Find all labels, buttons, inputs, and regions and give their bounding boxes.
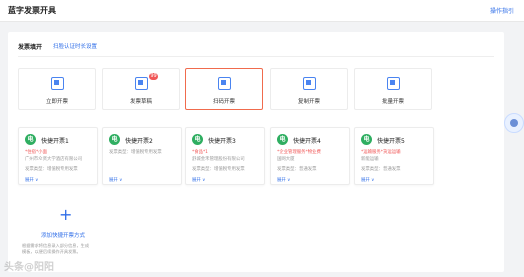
quick-card-buyer: 新能运输 (361, 157, 379, 162)
assistant-avatar-icon[interactable] (504, 113, 524, 133)
top-bar: 蓝字发票开具 操作指引 (0, 0, 524, 22)
quick-card-type: 发票类型：普通发票 (361, 167, 401, 172)
add-plus-icon[interactable]: + (59, 207, 72, 223)
guide-link[interactable]: 操作指引 (490, 6, 514, 15)
e-invoice-icon: 电 (25, 134, 36, 145)
qrcode-icon (217, 77, 231, 90)
tile-copy[interactable]: 复制开票 (270, 68, 348, 110)
quick-card-1[interactable]: 电 快捷开票1 *住宿*小面 广州市众贤大学酒店有限公司 发票类型：增值税专用发… (18, 127, 98, 185)
expand-link[interactable]: 展开 ∨ (109, 177, 122, 183)
quick-card-type: 发票类型：普通发票 (277, 167, 317, 172)
quick-card-item: *运输服务*货运运输 (361, 150, 401, 155)
tile-draft[interactable]: 99 发票草稿 (102, 68, 180, 110)
tile-label: 立即开票 (45, 99, 68, 105)
quick-card-item: *食品*1 (192, 150, 208, 155)
draft-count-badge: 99 (149, 73, 158, 80)
invoice-icon (50, 77, 64, 90)
expand-link[interactable]: 展开 ∨ (192, 177, 205, 183)
quick-card-buyer: 国网大厦 (277, 157, 295, 162)
quick-card-type: 发票类型：增值税专用发票 (109, 150, 162, 155)
draft-icon (134, 77, 148, 90)
add-quick-button[interactable]: 添加快捷开票方式 (41, 231, 85, 239)
quick-card-item: *住宿*小面 (25, 150, 47, 155)
page-title: 蓝字发票开具 (8, 6, 56, 15)
e-invoice-icon: 电 (277, 134, 288, 145)
e-invoice-icon: 电 (361, 134, 372, 145)
add-quick-description: 根据需求将信息录入部分信息，生成模板，以便后续操作开具发票。 (22, 243, 90, 254)
copy-icon (302, 77, 316, 90)
e-invoice-icon: 电 (192, 134, 203, 145)
tile-batch[interactable]: 批量开票 (354, 68, 432, 110)
batch-icon (386, 77, 400, 90)
quick-card-type: 发票类型：增值税专用发票 (25, 167, 78, 172)
face-auth-setting-link[interactable]: 扫脸认证时长设置 (53, 42, 97, 50)
tile-label: 批量开票 (381, 99, 404, 105)
section-divider (18, 56, 494, 57)
tile-label: 扫码开票 (212, 99, 235, 105)
e-invoice-icon: 电 (109, 134, 120, 145)
expand-link[interactable]: 展开 ∨ (361, 177, 374, 183)
quick-card-name: 快捷开票2 (125, 138, 153, 145)
quick-card-3[interactable]: 电 快捷开票3 *食品*1 舒城金禾管理股份有限公司 发票类型：增值税专用发票 … (185, 127, 265, 185)
quick-card-2[interactable]: 电 快捷开票2 发票类型：增值税专用发票 展开 ∨ (102, 127, 182, 185)
quick-card-type: 发票类型：增值税专用发票 (192, 167, 245, 172)
expand-link[interactable]: 展开 ∨ (25, 177, 38, 183)
quick-card-5[interactable]: 电 快捷开票5 *运输服务*货运运输 新能运输 发票类型：普通发票 展开 ∨ (354, 127, 434, 185)
quick-card-name: 快捷开票5 (377, 138, 405, 145)
quick-card-buyer: 舒城金禾管理股份有限公司 (192, 157, 245, 162)
tile-label: 发票草稿 (129, 99, 152, 105)
invoice-panel: 发票填开 扫脸认证时长设置 立即开票 99 发票草稿 扫码开票 复制开票 批量开… (8, 32, 504, 272)
tile-issue-now[interactable]: 立即开票 (18, 68, 96, 110)
quick-card-buyer: 广州市众贤大学酒店有限公司 (25, 157, 83, 162)
watermark: 头条@阳阳 (4, 262, 54, 273)
section-title: 发票填开 (18, 44, 43, 51)
quick-card-name: 快捷开票4 (293, 138, 321, 145)
expand-link[interactable]: 展开 ∨ (277, 177, 290, 183)
quick-card-item: *企业管理服务*物业费 (277, 150, 321, 155)
tile-scan-code[interactable]: 扫码开票 (185, 68, 263, 110)
quick-card-name: 快捷开票3 (208, 138, 236, 145)
quick-card-4[interactable]: 电 快捷开票4 *企业管理服务*物业费 国网大厦 发票类型：普通发票 展开 ∨ (270, 127, 350, 185)
quick-card-name: 快捷开票1 (41, 138, 69, 145)
tile-label: 复制开票 (297, 99, 320, 105)
